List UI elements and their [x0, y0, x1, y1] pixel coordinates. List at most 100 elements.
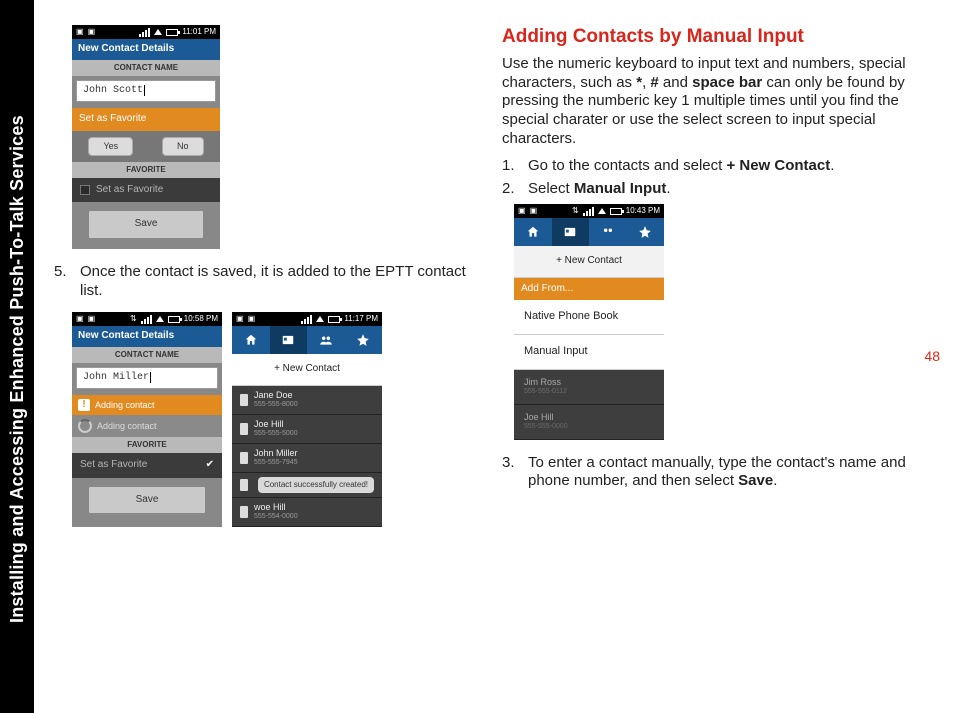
new-contact-button[interactable]: + New Contact [232, 354, 382, 386]
wifi-icon [156, 316, 164, 322]
option-manual-input[interactable]: Manual Input [514, 335, 664, 370]
battery-icon [166, 29, 178, 36]
contact-icon [240, 506, 248, 518]
signal-icon [141, 315, 152, 324]
screenshot-contact-list: ▣▣ 11:17 PM [232, 312, 382, 527]
star-icon [356, 333, 370, 347]
screenshot-new-contact-favorite: ▣▣ 11:01 PM New Contact Details CONTACT … [72, 25, 220, 249]
contact-icon [240, 394, 248, 406]
wifi-icon [316, 316, 324, 322]
list-item[interactable]: John Miller555-555-7945 [232, 444, 382, 473]
step-1: 1. Go to the contacts and select + New C… [502, 157, 914, 176]
tab-home[interactable] [232, 326, 270, 354]
tab-groups[interactable] [307, 326, 345, 354]
contact-card-icon [563, 225, 577, 239]
new-contact-button[interactable]: + New Contact [514, 246, 664, 278]
adding-contact-progress: Adding contact [72, 415, 222, 437]
group-icon [319, 333, 333, 347]
step-3: 3. To enter a contact manually, type the… [502, 454, 914, 492]
tab-home[interactable] [514, 218, 552, 246]
battery-icon [610, 208, 622, 215]
yes-button[interactable]: Yes [88, 137, 133, 156]
list-item[interactable]: Joe Hill555-555-5000 [232, 415, 382, 444]
step-number: 1. [502, 157, 528, 176]
star-icon [638, 225, 652, 239]
intro-paragraph: Use the numeric keyboard to input text a… [502, 55, 914, 149]
contact-list: Jane Doe555-555-8000 Joe Hill555-555-500… [232, 386, 382, 527]
add-from-header: Add From... [514, 278, 664, 301]
status-bar: ▣▣ ⇅ 10:43 PM [514, 204, 664, 218]
battery-icon [328, 316, 340, 323]
sidebar-tab: Installing and Accessing Enhanced Push-T… [0, 0, 34, 713]
favorite-toggle-row[interactable]: Set as Favorite [72, 178, 220, 203]
screen-title: New Contact Details [72, 326, 222, 347]
contact-icon [240, 479, 248, 491]
step-number: 5. [54, 263, 80, 301]
left-column: ▣ ▣ 11:01 PM New Contact Details CONTACT … [54, 25, 466, 693]
signal-icon [301, 315, 312, 324]
adding-contact-banner: ! Adding contact [72, 395, 222, 415]
step-text: Select Manual Input. [528, 180, 914, 199]
list-item[interactable]: Jim Ross555-555-0112 [514, 370, 664, 405]
tab-bar [514, 218, 664, 246]
status-bar: ▣ ▣ 11:01 PM [72, 25, 220, 39]
spinner-icon [78, 419, 92, 433]
no-button[interactable]: No [162, 137, 204, 156]
set-as-favorite-prompt: Set as Favorite [72, 108, 220, 131]
checkmark-icon: ✔ [206, 459, 214, 472]
tab-favorites[interactable] [627, 218, 665, 246]
label-contact-name: CONTACT NAME [72, 60, 220, 76]
label-contact-name: CONTACT NAME [72, 347, 222, 363]
clock: 10:58 PM [184, 314, 218, 324]
signal-icon [139, 28, 150, 37]
option-native-phone-book[interactable]: Native Phone Book [514, 300, 664, 335]
step-text: Go to the contacts and select + New Cont… [528, 157, 914, 176]
step-text: Once the contact is saved, it is added t… [80, 263, 466, 301]
signal-icon [583, 207, 594, 216]
wifi-icon [598, 208, 606, 214]
list-item[interactable]: Jane Doe555-555-8000 [232, 386, 382, 415]
toast-message: Contact successfully created! [258, 477, 374, 493]
step-2: 2. Select Manual Input. [502, 180, 914, 199]
contact-icon [240, 423, 248, 435]
subheading: Adding Contacts by Manual Input [502, 25, 914, 49]
alert-icon: ! [78, 399, 90, 411]
tab-favorites[interactable] [345, 326, 383, 354]
step-number: 2. [502, 180, 528, 199]
right-column: Adding Contacts by Manual Input Use the … [502, 25, 914, 693]
step-text: To enter a contact manually, type the co… [528, 454, 914, 492]
list-item[interactable]: woe Hill555-554-0000 [232, 498, 382, 527]
clock: 11:17 PM [344, 314, 378, 324]
favorite-toggle-row[interactable]: Set as Favorite ✔ [72, 453, 222, 478]
sync-icon: ⇅ [130, 314, 137, 324]
notification-icon: ▣ [76, 27, 84, 37]
save-button[interactable]: Save [88, 486, 206, 515]
sync-icon: ⇅ [572, 206, 579, 216]
label-favorite: FAVORITE [72, 162, 220, 178]
list-item[interactable]: Joe Hill555-555-0000 [514, 405, 664, 440]
group-icon [601, 225, 615, 239]
contact-name-input[interactable]: John Miller [76, 367, 218, 390]
contact-name-input[interactable]: John Scott [76, 80, 216, 103]
battery-icon [168, 316, 180, 323]
list-item[interactable]: Contact successfully created! [232, 473, 382, 498]
step-number: 3. [502, 454, 528, 492]
home-icon [526, 225, 540, 239]
tab-groups[interactable] [589, 218, 627, 246]
notification-icon: ▣ [88, 27, 96, 37]
clock: 10:43 PM [626, 206, 660, 216]
screenshot-adding-contact: ▣▣ ⇅ 10:58 PM New Contact Details CONTAC… [72, 312, 222, 527]
label-favorite: FAVORITE [72, 437, 222, 453]
save-button[interactable]: Save [88, 210, 204, 239]
clock: 11:01 PM [182, 27, 216, 37]
checkbox-icon [80, 185, 90, 195]
tab-contacts[interactable] [552, 218, 590, 246]
tab-contacts[interactable] [270, 326, 308, 354]
wifi-icon [154, 29, 162, 35]
status-bar: ▣▣ ⇅ 10:58 PM [72, 312, 222, 326]
screenshot-add-from: ▣▣ ⇅ 10:43 PM + New Contact [514, 204, 664, 440]
page-content: ▣ ▣ 11:01 PM New Contact Details CONTACT … [34, 0, 954, 713]
contact-icon [240, 452, 248, 464]
status-bar: ▣▣ 11:17 PM [232, 312, 382, 326]
section-title: Installing and Accessing Enhanced Push-T… [0, 0, 34, 713]
